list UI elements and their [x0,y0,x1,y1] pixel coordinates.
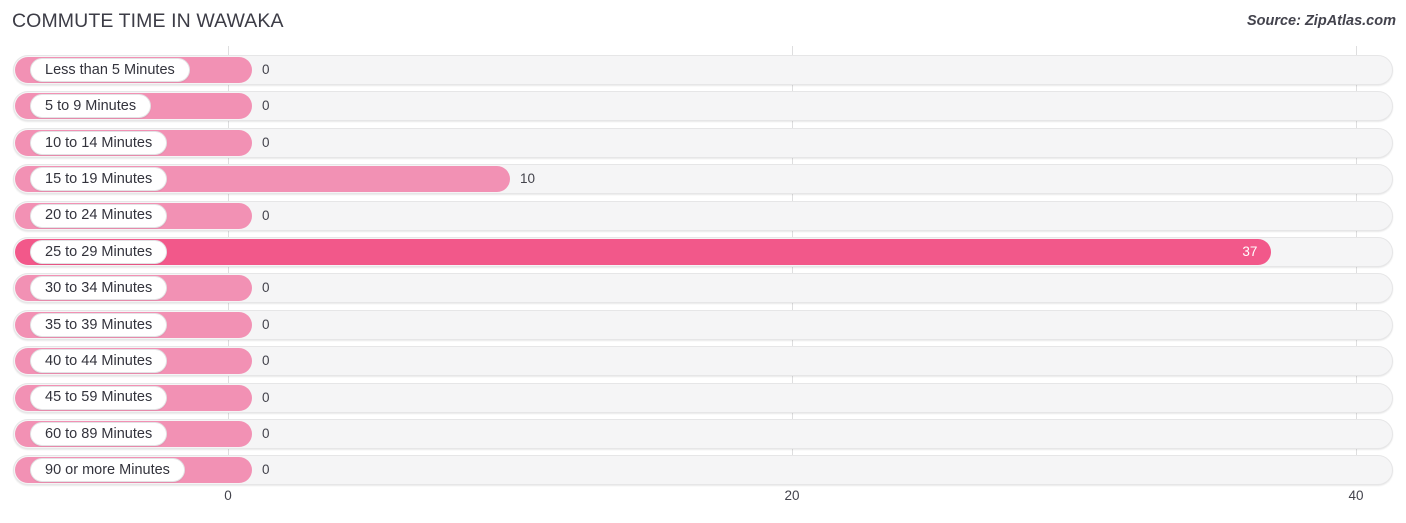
bar-row[interactable]: 35 to 39 Minutes 0 [0,309,1406,340]
category-label: 25 to 29 Minutes [45,243,153,260]
category-label: 5 to 9 Minutes [45,98,137,115]
category-label-pill: Less than 5 Minutes [30,58,190,82]
category-label-pill: 10 to 14 Minutes [30,130,168,155]
bar-value-label: 10 [520,171,536,187]
bar-row[interactable]: Less than 5 Minutes 0 [0,55,1406,85]
category-label-pill: 35 to 39 Minutes [30,312,168,337]
bar-value-label: 0 [262,353,270,369]
bar-row[interactable]: 20 to 24 Minutes 0 [0,200,1406,231]
bar-value-label: 0 [262,207,270,223]
bar-row[interactable]: 90 or more Minutes 0 [0,455,1406,486]
x-tick-label: 0 [224,488,232,503]
category-label: 35 to 39 Minutes [45,316,153,333]
category-label: 45 to 59 Minutes [45,389,153,406]
category-label-pill: 60 to 89 Minutes [30,422,168,446]
category-label-pill: 5 to 9 Minutes [30,94,152,119]
bar-row[interactable]: 30 to 34 Minutes 0 [0,273,1406,304]
category-label: 10 to 14 Minutes [45,134,153,151]
category-label-pill: 45 to 59 Minutes [30,385,168,410]
chart-header: COMMUTE TIME IN WAWAKA Source: ZipAtlas.… [0,0,1406,46]
category-label: 60 to 89 Minutes [45,425,153,442]
bar-row[interactable]: 40 to 44 Minutes 0 [0,346,1406,377]
bar-row[interactable]: 10 to 14 Minutes 0 [0,127,1406,158]
bar-row[interactable]: 60 to 89 Minutes 0 [0,419,1406,449]
category-label: 20 to 24 Minutes [45,207,153,224]
bar-value-label: 0 [262,98,270,114]
bar-row[interactable]: 5 to 9 Minutes 0 [0,91,1406,122]
category-label-pill: 30 to 34 Minutes [30,276,168,301]
bar-value-label: 0 [262,280,270,296]
category-label-pill: 40 to 44 Minutes [30,349,168,374]
x-tick-label: 40 [1348,488,1364,503]
bar-value-label: 37 [1242,244,1258,259]
bar-value-label: 0 [262,426,270,441]
page-title: COMMUTE TIME IN WAWAKA [12,10,284,32]
category-label: 40 to 44 Minutes [45,352,153,369]
chart-plot-area: Less than 5 Minutes 0 5 to 9 Minutes 0 10 to… [0,46,1406,486]
category-label-pill: 25 to 29 Minutes [30,240,168,264]
bar[interactable] [15,239,1272,265]
x-tick-label: 20 [784,488,800,503]
bar-value-label: 0 [262,316,270,332]
bar-value-label: 0 [262,462,270,478]
bar-row[interactable]: 15 to 19 Minutes 10 [0,164,1406,195]
category-label: 15 to 19 Minutes [45,170,153,187]
bar-value-label: 0 [262,62,270,77]
category-label-pill: 20 to 24 Minutes [30,203,168,228]
category-label: 30 to 34 Minutes [45,280,153,297]
category-label-pill: 90 or more Minutes [30,458,185,483]
bar-row[interactable]: 45 to 59 Minutes 0 [0,382,1406,413]
category-label: 90 or more Minutes [45,462,170,479]
source-attribution: Source: ZipAtlas.com [1246,13,1396,29]
bar-value-label: 0 [262,389,270,405]
x-axis: 0 20 40 [0,483,1406,523]
category-label-pill: 15 to 19 Minutes [30,167,168,192]
bar-rows: Less than 5 Minutes 0 5 to 9 Minutes 0 10 to… [0,46,1406,486]
bar-row[interactable]: 25 to 29 Minutes 37 [0,237,1406,267]
category-label: Less than 5 Minutes [45,61,175,78]
bar-value-label: 0 [262,134,270,150]
